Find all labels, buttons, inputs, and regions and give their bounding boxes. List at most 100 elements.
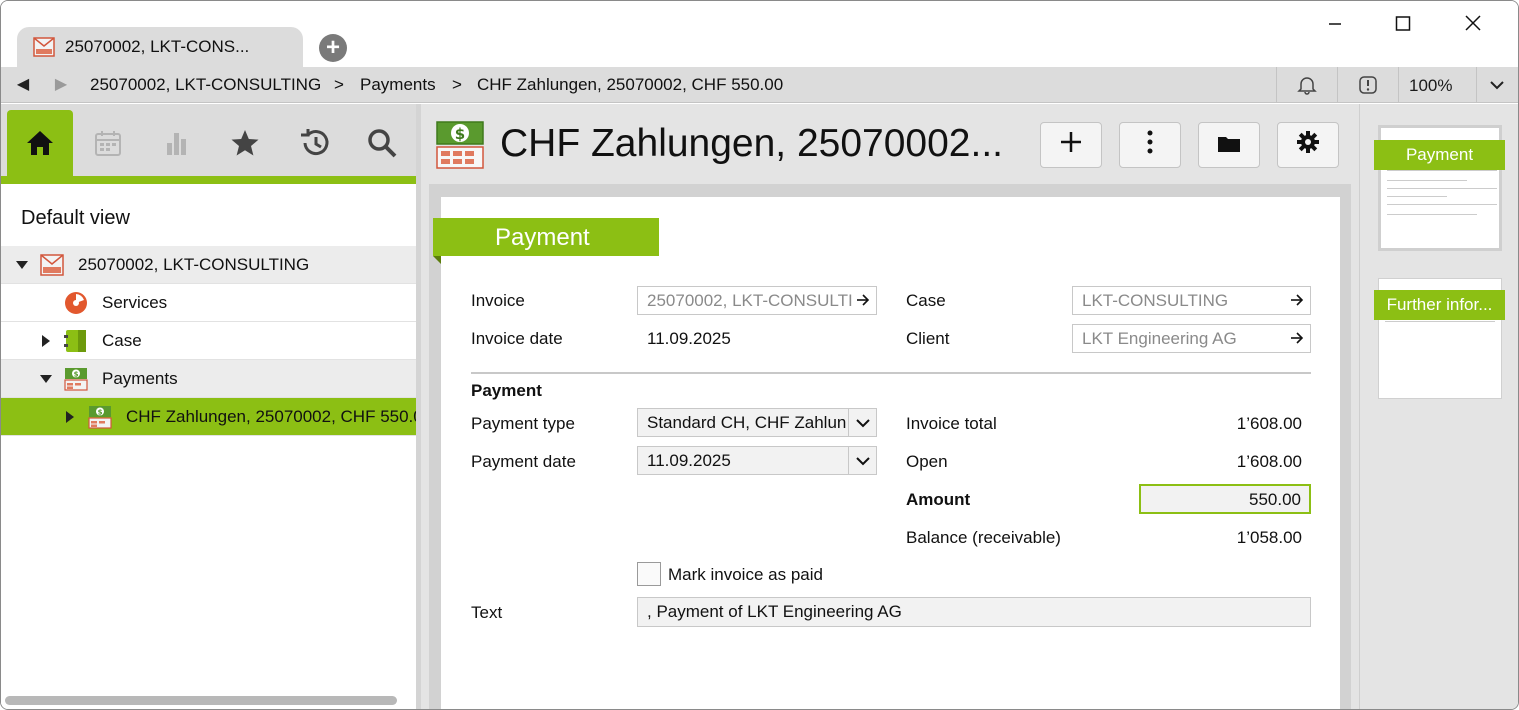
expand-toggle[interactable] [63,410,77,424]
chevron-down-icon[interactable] [848,409,876,436]
zoom-control[interactable]: 100% [1398,67,1476,103]
tree-item-invoice[interactable]: 25070002, LKT-CONSULTING [1,246,416,284]
amount-input[interactable]: 550.00 [1139,484,1311,514]
payment-date-label: Payment date [471,452,576,471]
horizontal-scrollbar[interactable] [5,696,397,705]
svg-text:$: $ [455,125,465,143]
mark-paid-checkbox[interactable] [637,562,661,586]
calendar-icon [94,129,122,162]
breadcrumb-current: CHF Zahlungen, 25070002, CHF 550.00 [477,75,784,94]
history-tab[interactable] [281,110,347,180]
arrow-right-icon[interactable] [1290,291,1304,314]
ribbon-fold [433,256,441,264]
favorites-tab[interactable] [212,110,278,180]
thumbnail-content [1387,188,1497,189]
invoice-icon [40,253,64,277]
tree-item-label: CHF Zahlungen, 25070002, CHF 550.00 [126,407,433,426]
tree-item-label: 25070002, LKT-CONSULTING [78,255,310,274]
document-tab[interactable]: 25070002, LKT-CONS... [17,27,303,67]
settings-button[interactable] [1277,122,1339,168]
case-icon [64,329,88,353]
star-icon [230,128,260,163]
chevron-down-icon[interactable] [848,447,876,474]
plus-icon [1059,129,1083,161]
thumbnail-label[interactable]: Further infor... [1374,290,1505,320]
minimize-button[interactable] [1315,11,1355,37]
payment-type-select[interactable]: Standard CH, CHF Zahlun [637,408,877,437]
main-header: $ CHF Zahlungen, 25070002... [421,104,1359,182]
forward-button[interactable]: ▶ [47,67,75,103]
back-button[interactable]: ◀ [9,67,37,103]
alert-icon [1358,75,1378,100]
tool-row [1,104,416,184]
tree-item-label: Services [102,293,168,312]
history-icon [297,127,331,164]
tree-item-payment-selected[interactable]: $ CHF Zahlungen, 25070002, CHF 550.00 [1,398,432,436]
bar-chart-icon [163,129,191,162]
breadcrumb-payments[interactable]: Payments [360,75,436,95]
balance-label: Balance (receivable) [906,528,1061,547]
expand-toggle[interactable] [39,334,53,348]
breadcrumb-separator: > [334,75,344,94]
thumbnail-content [1385,321,1495,322]
thumbnail-content [1387,214,1477,215]
client-label: Client [906,329,950,348]
invoice-value: 25070002, LKT-CONSULTI [647,291,853,310]
thumbnail-label[interactable]: Payment [1374,140,1505,170]
arrow-right-icon[interactable] [1290,329,1304,352]
text-label: Text [471,603,503,622]
breadcrumb-separator: > [452,75,462,94]
thumbnail-content [1387,204,1497,205]
arrow-right-icon[interactable] [856,291,870,314]
more-options-button[interactable] [1119,122,1181,168]
svg-text:$: $ [98,409,103,417]
svg-text:$: $ [74,371,79,379]
calendar-tab[interactable] [75,110,141,180]
case-value: LKT-CONSULTING [1082,291,1229,310]
tree-item-services[interactable]: Services [1,284,416,322]
new-tab-button[interactable]: + [319,34,347,62]
open-label: Open [906,452,948,471]
invoice-label: Invoice [471,291,525,310]
kebab-menu-icon [1146,129,1154,162]
folder-icon [1217,129,1241,161]
payment-date-picker[interactable]: 11.09.2025 [637,446,877,475]
add-button[interactable] [1040,122,1102,168]
close-button[interactable] [1453,11,1493,37]
tree-item-label: Payments [102,369,178,388]
tree-item-case[interactable]: Case [1,322,416,360]
case-field[interactable]: LKT-CONSULTING [1072,286,1311,315]
folder-button[interactable] [1198,122,1260,168]
home-icon [25,129,55,162]
payment-heading: Payment [471,381,542,400]
navigation-bar: ◀ ▶ 25070002, LKT-CONSULTING > Payments … [1,67,1518,103]
zoom-level: 100% [1409,76,1453,95]
client-field[interactable]: LKT Engineering AG [1072,324,1311,353]
payment-type-value: Standard CH, CHF Zahlun [647,413,847,432]
menu-dropdown[interactable] [1476,67,1518,103]
mark-paid-label[interactable]: Mark invoice as paid [668,565,823,585]
expand-toggle[interactable] [15,258,29,272]
alerts-button[interactable] [1337,67,1398,103]
thumbnail-content [1387,180,1467,181]
tree-item-payments[interactable]: $ Payments [1,360,416,398]
section-ribbon: Payment [433,218,659,256]
case-label: Case [906,291,946,310]
statistics-tab[interactable] [144,110,210,180]
section-divider [471,372,1311,374]
notifications-button[interactable] [1276,67,1337,103]
expand-toggle[interactable] [39,372,53,386]
tree-item-label: Case [102,331,142,350]
breadcrumb-invoice[interactable]: 25070002, LKT-CONSULTING [90,75,321,95]
home-tab[interactable] [7,110,73,180]
chevron-down-icon [1489,78,1505,97]
open-value: 1’608.00 [1236,452,1302,471]
invoice-field[interactable]: 25070002, LKT-CONSULTI [637,286,877,315]
section-overview-pane: Payment Further infor... [1359,104,1518,709]
tab-title: 25070002, LKT-CONS... [65,37,250,56]
search-tab[interactable] [349,110,415,180]
bell-icon [1297,75,1317,100]
maximize-button[interactable] [1383,11,1423,37]
text-input[interactable]: , Payment of LKT Engineering AG [637,597,1311,627]
view-title[interactable]: Default view [21,207,130,230]
